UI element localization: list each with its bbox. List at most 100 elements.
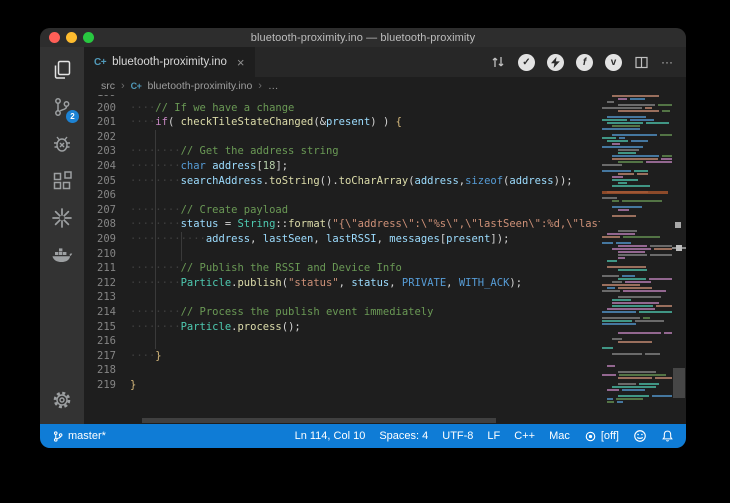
source-control-icon[interactable]: 2 [48, 93, 76, 121]
breadcrumb-src[interactable]: src [101, 80, 115, 92]
editor-actions: ✓ f v [490, 47, 686, 77]
tab-bar: C+ bluetooth-proximity.ino × ✓ [84, 47, 686, 77]
cursor-position-item[interactable]: Ln 114, Col 10 [295, 430, 366, 442]
horizontal-scrollbar[interactable] [142, 418, 496, 423]
code-text: ········// Publish the RSSI and Device I… [130, 261, 600, 276]
code-line[interactable]: 203········// Get the address string [84, 144, 600, 159]
code-line[interactable]: 204········char address[18]; [84, 159, 600, 174]
line-number: 210 [84, 247, 130, 262]
status-bar: master* Ln 114, Col 10 Spaces: 4 UTF-8 L… [40, 424, 686, 448]
language-mode-item[interactable]: C++ [514, 430, 535, 442]
code-line[interactable]: 215········Particle.process(); [84, 320, 600, 335]
code-line[interactable]: 208········status = String::format("{\"a… [84, 217, 600, 232]
particle-functions-button[interactable]: f [576, 54, 593, 71]
minimize-window-button[interactable] [66, 32, 77, 43]
code-text [130, 290, 600, 305]
vertical-scrollbar[interactable] [673, 368, 685, 398]
code-text [130, 130, 600, 145]
code-line[interactable]: 206 [84, 188, 600, 203]
git-branch-item[interactable]: master* [52, 430, 106, 443]
close-window-button[interactable] [49, 32, 60, 43]
indent-guide [155, 130, 156, 349]
explorer-icon[interactable] [48, 56, 76, 84]
particle-workbench-icon[interactable] [48, 204, 76, 232]
code-line[interactable]: 212········Particle.publish("status", st… [84, 276, 600, 291]
breadcrumb-symbol[interactable]: … [268, 80, 279, 92]
overview-ruler-mark [675, 222, 681, 228]
line-number: 202 [84, 130, 130, 145]
split-editor-icon[interactable] [634, 55, 649, 70]
code-text [130, 247, 600, 262]
eol-item[interactable]: LF [487, 430, 500, 442]
vscode-window: bluetooth-proximity.ino — bluetooth-prox… [40, 28, 686, 448]
code-line[interactable]: 217····} [84, 349, 600, 364]
code-text [130, 334, 600, 349]
window-title: bluetooth-proximity.ino — bluetooth-prox… [251, 32, 475, 44]
settings-gear-icon[interactable] [48, 386, 76, 414]
notifications-bell-icon[interactable] [661, 429, 674, 443]
code-line[interactable]: 219} [84, 378, 600, 393]
chevron-right-icon: › [258, 80, 262, 92]
code-text: ········Particle.publish("status", statu… [130, 276, 600, 291]
more-actions-icon[interactable]: ··· [661, 55, 673, 69]
code-line[interactable]: 211········// Publish the RSSI and Devic… [84, 261, 600, 276]
line-number: 211 [84, 261, 130, 276]
code-text: ····// If we have a change [130, 101, 600, 116]
debug-icon[interactable] [48, 130, 76, 158]
code-text: ····} [130, 349, 600, 364]
tab-close-icon[interactable]: × [237, 56, 245, 69]
code-line[interactable]: 201····if( checkTileStateChanged(&presen… [84, 115, 600, 130]
breadcrumb: src › C+ bluetooth-proximity.ino › … [84, 77, 686, 95]
traffic-lights [49, 32, 94, 43]
code-editor[interactable]: 199200····// If we have a change201····i… [84, 95, 686, 424]
line-number: 218 [84, 363, 130, 378]
title-bar: bluetooth-proximity.ino — bluetooth-prox… [40, 28, 686, 47]
code-text: } [130, 378, 600, 393]
screencast-toggle-item[interactable]: [off] [584, 430, 619, 443]
code-line[interactable]: 207········// Create payload [84, 203, 600, 218]
line-number: 219 [84, 378, 130, 393]
code-line[interactable]: 209············address, lastSeen, lastRS… [84, 232, 600, 247]
line-number: 215 [84, 320, 130, 335]
code-line[interactable]: 210 [84, 247, 600, 262]
cpp-file-icon: C+ [94, 57, 106, 68]
particle-variables-button[interactable]: v [605, 54, 622, 71]
encoding-item[interactable]: UTF-8 [442, 430, 473, 442]
particle-flash-button[interactable] [547, 54, 564, 71]
code-text [130, 188, 600, 203]
breadcrumb-file[interactable]: bluetooth-proximity.ino [147, 80, 252, 92]
scm-badge: 2 [66, 110, 79, 123]
line-number: 216 [84, 334, 130, 349]
particle-compile-button[interactable]: ✓ [518, 54, 535, 71]
overview-ruler-cursor-mark [672, 247, 686, 249]
code-line[interactable]: 218 [84, 363, 600, 378]
function-icon: f [583, 57, 586, 68]
indent-guide [181, 232, 182, 261]
compare-changes-icon[interactable] [490, 54, 506, 70]
code-line[interactable]: 214········// Process the publish event … [84, 305, 600, 320]
feedback-smiley-icon[interactable] [633, 429, 647, 443]
line-number: 201 [84, 115, 130, 130]
indentation-item[interactable]: Spaces: 4 [379, 430, 428, 442]
code-line[interactable]: 202 [84, 130, 600, 145]
extensions-icon[interactable] [48, 167, 76, 195]
variable-icon: v [611, 57, 617, 68]
code-text: ········// Create payload [130, 203, 600, 218]
code-line[interactable]: 216 [84, 334, 600, 349]
line-number: 206 [84, 188, 130, 203]
line-number: 217 [84, 349, 130, 364]
line-number: 209 [84, 232, 130, 247]
particle-platform-item[interactable]: Mac [549, 430, 570, 442]
docker-icon[interactable] [48, 241, 76, 269]
minimap[interactable] [600, 95, 672, 417]
lightning-icon [551, 57, 560, 68]
tab-bluetooth-proximity[interactable]: C+ bluetooth-proximity.ino × [84, 47, 255, 77]
line-number: 214 [84, 305, 130, 320]
code-text: ····if( checkTileStateChanged(&present) … [130, 115, 600, 130]
code-line[interactable]: 213 [84, 290, 600, 305]
line-number: 207 [84, 203, 130, 218]
zoom-window-button[interactable] [83, 32, 94, 43]
line-number: 205 [84, 174, 130, 189]
code-line[interactable]: 200····// If we have a change [84, 101, 600, 116]
code-line[interactable]: 205········searchAddress.toString().toCh… [84, 174, 600, 189]
